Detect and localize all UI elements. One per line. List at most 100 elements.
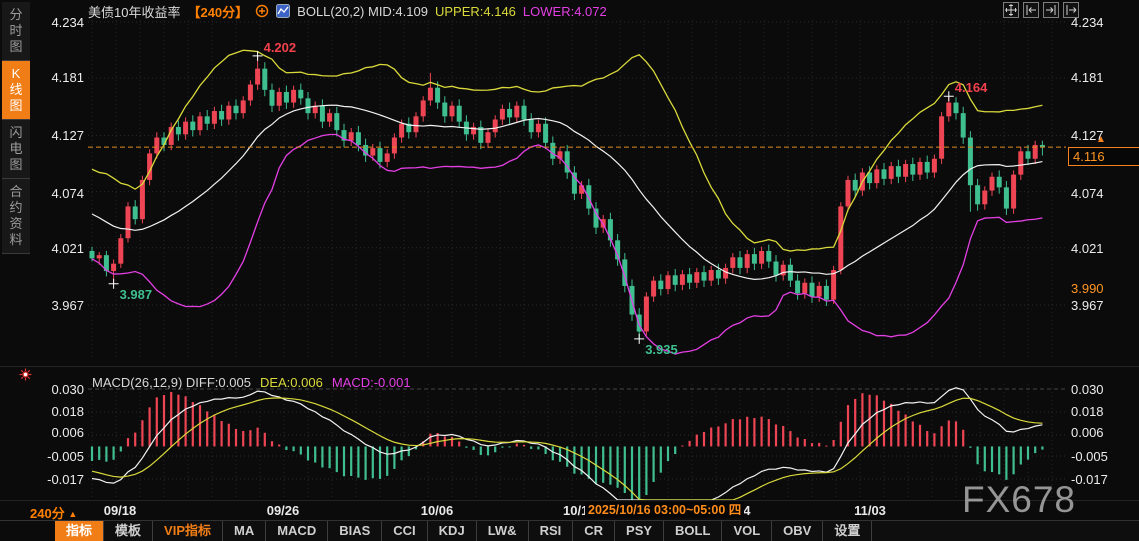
toolbar-item-vip-indicators[interactable]: VIP指标 xyxy=(153,521,223,541)
extreme-value-label: 3.987 xyxy=(120,287,153,302)
chart-canvas[interactable]: 4.2023.9874.1643.935 xyxy=(0,0,1139,541)
candle-body xyxy=(226,106,231,120)
candle-body xyxy=(716,270,721,278)
macd-axis-right-label: 0.018 xyxy=(1071,404,1104,419)
candle-body xyxy=(961,113,966,137)
period-tag[interactable]: 【240分】 xyxy=(187,2,248,21)
sidebar-tab-label-char: 约 xyxy=(2,200,30,216)
candle-body xyxy=(658,281,663,289)
toolbar-item-rsi[interactable]: RSI xyxy=(529,521,574,541)
sidebar-tab-flash[interactable]: 闪电图 xyxy=(2,120,30,179)
candle-body xyxy=(442,103,447,117)
macd-axis-right-label: -0.005 xyxy=(1071,449,1108,464)
macd-histogram-bar xyxy=(797,438,799,447)
macd-histogram-bar xyxy=(235,429,237,446)
candle-body xyxy=(457,106,462,122)
kline-chart-app: 4.2023.9874.1643.935 分时图K线图闪电图合约资料 美债10年… xyxy=(0,0,1139,541)
macd-histogram-bar xyxy=(897,411,899,447)
toolbar-item-ma[interactable]: MA xyxy=(223,521,266,541)
macd-histogram-bar xyxy=(955,421,957,446)
toolbar-item-psy[interactable]: PSY xyxy=(615,521,664,541)
price-axis-right-label: 4.021 xyxy=(1071,241,1104,256)
macd-histogram-bar xyxy=(257,428,259,447)
toolbar-item-cci[interactable]: CCI xyxy=(382,521,427,541)
macd-histogram-bar xyxy=(1034,446,1036,453)
macd-histogram-bar xyxy=(811,443,813,446)
candle-body xyxy=(183,122,188,135)
macd-histogram-bar xyxy=(163,395,165,446)
candle-body xyxy=(874,169,879,183)
macd-histogram-bar xyxy=(847,405,849,446)
zoom-in-icon[interactable] xyxy=(1023,2,1039,18)
toolbar-item-templates[interactable]: 模板 xyxy=(104,521,153,541)
macd-histogram-bar xyxy=(926,431,928,446)
macd-histogram-bar xyxy=(919,425,921,447)
candle-body xyxy=(154,138,159,154)
toolbar-item-indicators[interactable]: 指标 xyxy=(55,521,104,541)
mini-chart-icon xyxy=(276,4,290,18)
macd-histogram-bar xyxy=(206,411,208,446)
watermark: FX678 xyxy=(962,479,1076,521)
macd-header: MACD(26,12,9) DIFF:0.005 DEA:0.006 MACD:… xyxy=(92,375,411,390)
macd-histogram-bar xyxy=(588,446,590,478)
boll-lower-label: LOWER:4.072 xyxy=(523,4,607,19)
toolbar-item-bias[interactable]: BIAS xyxy=(328,521,382,541)
sidebar-tab-time-share[interactable]: 分时图 xyxy=(2,2,30,61)
macd-histogram-bar xyxy=(473,446,475,450)
add-circle-icon[interactable] xyxy=(255,4,269,18)
sidebar-tab-kline[interactable]: K线图 xyxy=(2,61,30,120)
toolbar-item-settings[interactable]: 设置 xyxy=(823,521,872,541)
candle-body xyxy=(882,169,887,179)
macd-histogram-bar xyxy=(365,446,367,479)
candle-body xyxy=(543,124,548,143)
candle-body xyxy=(759,251,764,264)
candle-body xyxy=(1018,151,1023,174)
macd-histogram-bar xyxy=(141,420,143,446)
macd-histogram-bar xyxy=(199,405,201,446)
macd-histogram-bar xyxy=(617,446,619,487)
macd-histogram-bar xyxy=(228,424,230,447)
sidebar-tab-label-char: 分 xyxy=(2,7,30,23)
candle-body xyxy=(846,180,851,206)
toolbar-item-boll[interactable]: BOLL xyxy=(664,521,722,541)
extreme-cross-marker xyxy=(634,334,644,344)
price-up-arrow-icon: ▲ xyxy=(1096,135,1106,145)
extreme-cross-marker xyxy=(253,51,263,61)
candle-body xyxy=(378,148,383,162)
candle-body xyxy=(507,109,512,117)
price-axis-right-label: 4.074 xyxy=(1071,186,1104,201)
candle-body xyxy=(997,177,1002,188)
macd-histogram-bar xyxy=(703,432,705,446)
candle-body xyxy=(291,90,296,103)
zoom-out-icon[interactable] xyxy=(1043,2,1059,18)
toolbar-item-kdj[interactable]: KDJ xyxy=(428,521,477,541)
candle-body xyxy=(968,138,973,186)
macd-histogram-bar xyxy=(962,430,964,447)
macd-histogram-bar xyxy=(761,417,763,447)
toolbar-item-macd[interactable]: MACD xyxy=(266,521,328,541)
candle-body xyxy=(392,138,397,154)
macd-histogram-bar xyxy=(501,446,503,447)
macd-histogram-bar xyxy=(357,446,359,477)
toolbar-item-vol[interactable]: VOL xyxy=(722,521,772,541)
candle-body xyxy=(910,164,915,175)
candle-body xyxy=(766,251,771,262)
macd-histogram-bar xyxy=(861,393,863,446)
period-selector[interactable]: 240分 ▲ xyxy=(30,503,77,522)
candle-body xyxy=(694,272,699,283)
macd-histogram-bar xyxy=(516,444,518,447)
toolbar-item-obv[interactable]: OBV xyxy=(772,521,823,541)
toolbar-item-lwr[interactable]: LW& xyxy=(477,521,529,541)
candle-body xyxy=(270,90,275,106)
sidebar-tab-contract-info[interactable]: 合约资料 xyxy=(2,179,30,254)
candle-body xyxy=(97,255,102,258)
macd-histogram-bar xyxy=(242,431,244,446)
macd-diff-line xyxy=(92,388,1042,500)
toolbar-item-cr[interactable]: CR xyxy=(573,521,615,541)
sidebar-tab-label-char: 图 xyxy=(2,157,30,173)
candle-body xyxy=(889,166,894,179)
macd-histogram-bar xyxy=(134,433,136,447)
crosshair-icon[interactable] xyxy=(1003,2,1019,18)
candle-body xyxy=(730,257,735,268)
candle-body xyxy=(428,88,433,101)
